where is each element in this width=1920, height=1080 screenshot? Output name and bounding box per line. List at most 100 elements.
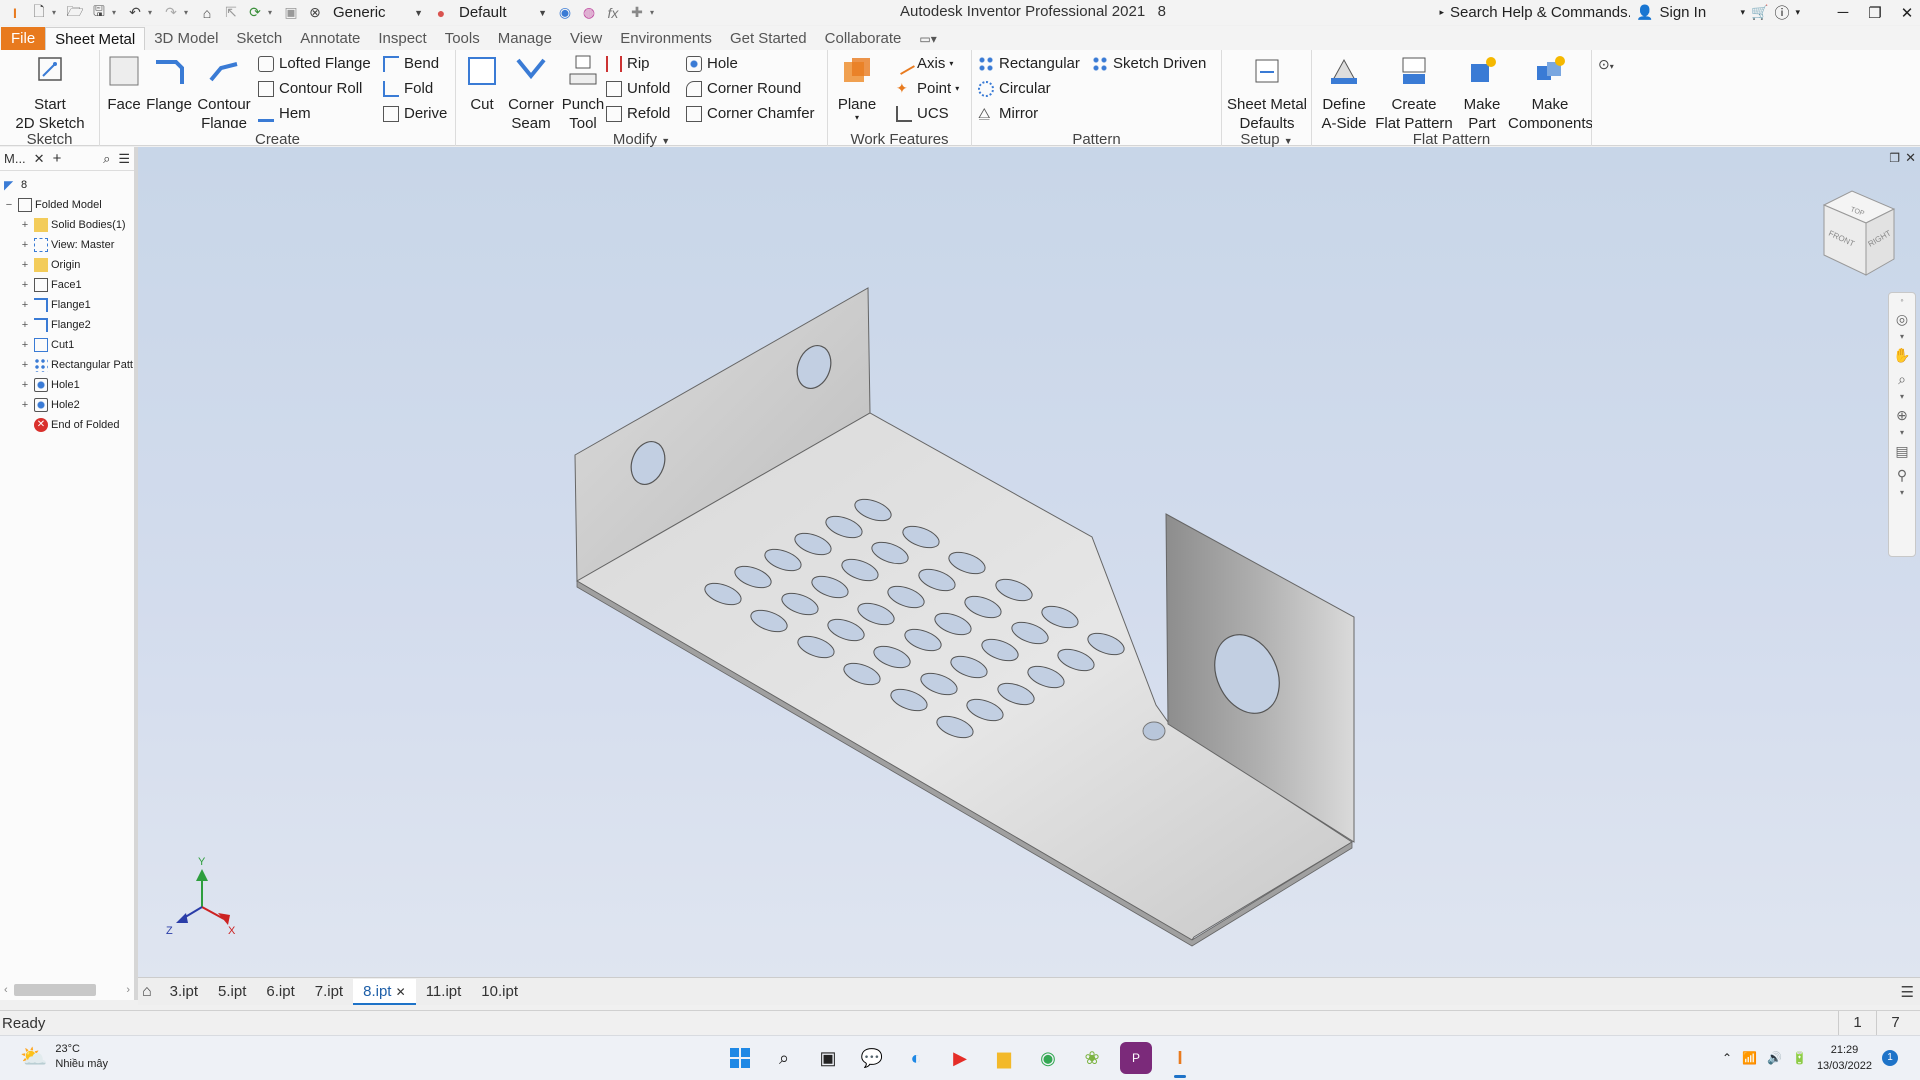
tab-tools[interactable]: Tools [436,27,489,50]
home-icon[interactable]: ⌂ [196,3,218,23]
model-canvas[interactable]: Y X Z TOP FRONT RIGHT [138,147,1920,977]
inventor-taskbar-icon[interactable]: I [1164,1042,1196,1078]
pan-icon[interactable]: ✋ [1889,343,1915,367]
expand-icon[interactable]: + [20,359,30,371]
scroll-right-icon[interactable]: › [126,984,130,996]
sign-in-dropdown-icon[interactable]: ▾ [1740,7,1745,18]
expand-icon[interactable]: + [20,339,30,351]
tab-environments[interactable]: Environments [611,27,721,50]
nav-options-icon[interactable]: ⚲ [1889,463,1915,487]
point-dropdown-icon[interactable]: ▾ [955,84,959,93]
corner-seam-button[interactable]: Corner Seam [504,54,558,128]
hole-button[interactable]: Hole [686,55,738,72]
new-dropdown-icon[interactable]: ▾ [52,8,62,17]
tab-sketch[interactable]: Sketch [227,27,291,50]
start-button[interactable] [724,1042,756,1074]
save-icon[interactable]: 🖫 [88,3,110,23]
weather-widget[interactable]: ⛅ 23°C Nhiều mây [20,1042,108,1072]
help-icon[interactable]: ⓘ [1774,2,1789,23]
close-button[interactable]: ✕ [1894,4,1920,22]
restore-button[interactable]: ❐ [1862,4,1888,22]
sheet-metal-defaults-button[interactable]: Sheet Metal Defaults [1224,54,1310,128]
edge-icon[interactable]: ◐ [900,1042,932,1074]
circular-pattern-button[interactable]: Circular [978,80,1051,97]
rectangular-pattern-button[interactable]: Rectangular [978,55,1080,72]
create-flat-pattern-button[interactable]: Create Flat Pattern [1372,54,1456,128]
doc-tab[interactable]: 5.ipt [208,979,256,1005]
make-part-button[interactable]: Make Part [1456,54,1508,128]
select-icon[interactable]: ▣ [280,3,302,23]
contour-flange-button[interactable]: Contour Flange [194,54,254,128]
new-file-icon[interactable]: 🗋 [28,3,50,23]
expand-icon[interactable]: + [20,299,30,311]
expand-icon[interactable]: + [20,399,30,411]
search-icon[interactable]: ⌕ [103,151,110,167]
expand-icon[interactable]: + [20,239,30,251]
plane-dropdown-icon[interactable]: ▾ [834,114,880,122]
orbit-dropdown-icon[interactable]: ▾ [1889,427,1915,439]
expand-icon[interactable]: + [20,259,30,271]
expand-icon[interactable]: + [20,279,30,291]
tree-end-node[interactable]: ✕ End of Folded [0,415,134,435]
close-tab-icon[interactable]: ✕ [396,985,406,999]
youtube-icon[interactable]: ▶ [944,1042,976,1074]
nav-dropdown-icon[interactable]: ▾ [1889,331,1915,343]
viewport-restore-icon[interactable]: ❐ [1889,151,1900,165]
help-dropdown-icon[interactable]: ▾ [1795,7,1800,18]
redo-icon[interactable]: ↷ [160,3,182,23]
collapse-icon[interactable]: − [4,199,14,211]
fold-button[interactable]: Fold [383,80,433,97]
unfold-button[interactable]: Unfold [606,80,670,97]
look-at-icon[interactable]: ▤ [1889,439,1915,463]
update-dropdown-icon[interactable]: ▾ [268,8,278,17]
tree-node[interactable]: + Origin [0,255,134,275]
add-icon[interactable]: + [53,150,62,167]
doc-tab[interactable]: 6.ipt [256,979,304,1005]
define-a-side-button[interactable]: Define A-Side [1316,54,1372,128]
hem-button[interactable]: Hem [258,105,311,122]
group-label-setup[interactable]: Setup ▼ [1222,131,1311,148]
doc-tab[interactable]: 7.ipt [305,979,353,1005]
sign-in-button[interactable]: Sign In [1659,4,1734,21]
viewcube[interactable]: TOP FRONT RIGHT [1822,190,1896,276]
doc-tab-active[interactable]: 8.ipt ✕ [353,978,416,1005]
cut-button[interactable]: Cut [460,54,504,114]
tab-get-started[interactable]: Get Started [721,27,816,50]
notification-badge[interactable]: 1 [1882,1050,1898,1066]
doc-tab[interactable]: 11.ipt [416,979,472,1005]
task-view-icon[interactable]: ▣ [812,1042,844,1074]
doc-tab[interactable]: 10.ipt [471,979,528,1005]
plane-button[interactable]: Plane ▾ [834,54,880,122]
sketch-driven-button[interactable]: Sketch Driven [1092,55,1206,72]
make-components-button[interactable]: Make Components [1508,54,1592,128]
tab-file[interactable]: File [1,27,46,50]
user-icon[interactable]: 👤 [1636,4,1653,21]
undo-icon[interactable]: ↶ [124,3,146,23]
add-icon[interactable]: ✚ [626,3,648,23]
minimize-button[interactable]: ─ [1830,4,1856,21]
tree-node[interactable]: + Face1 [0,275,134,295]
chrome-icon[interactable]: ◉ [1032,1042,1064,1074]
scroll-left-icon[interactable]: ‹ [4,984,8,996]
wifi-icon[interactable]: 📶 [1742,1051,1757,1065]
parameters-icon[interactable]: fx [602,3,624,23]
expand-icon[interactable]: + [20,219,30,231]
browser-scrollbar[interactable]: ‹ › [0,980,134,1000]
file-explorer-icon[interactable]: ▆ [988,1042,1020,1074]
group-label-modify[interactable]: Modify ▼ [456,131,827,148]
material-icon[interactable]: ⊗ [304,3,326,23]
open-icon[interactable]: 🗁 [64,3,86,23]
battery-icon[interactable]: 🔋 [1792,1051,1807,1065]
close-icon[interactable]: ✕ [34,151,45,167]
inventor-logo-icon[interactable]: I [4,3,26,23]
steering-wheel-icon[interactable]: ◎ [1889,307,1915,331]
face-button[interactable]: Face [104,54,144,114]
search-expand-icon[interactable]: ▸ [1440,7,1445,18]
tab-sheet-metal[interactable]: Sheet Metal [45,27,146,50]
bend-button[interactable]: Bend [383,55,439,72]
tree-node[interactable]: + View: Master [0,235,134,255]
tree-node[interactable]: + Flange1 [0,295,134,315]
tab-3d-model[interactable]: 3D Model [145,27,227,50]
refold-button[interactable]: Refold [606,105,670,122]
ribbon-options-icon[interactable]: ⊙▾ [1598,56,1614,73]
